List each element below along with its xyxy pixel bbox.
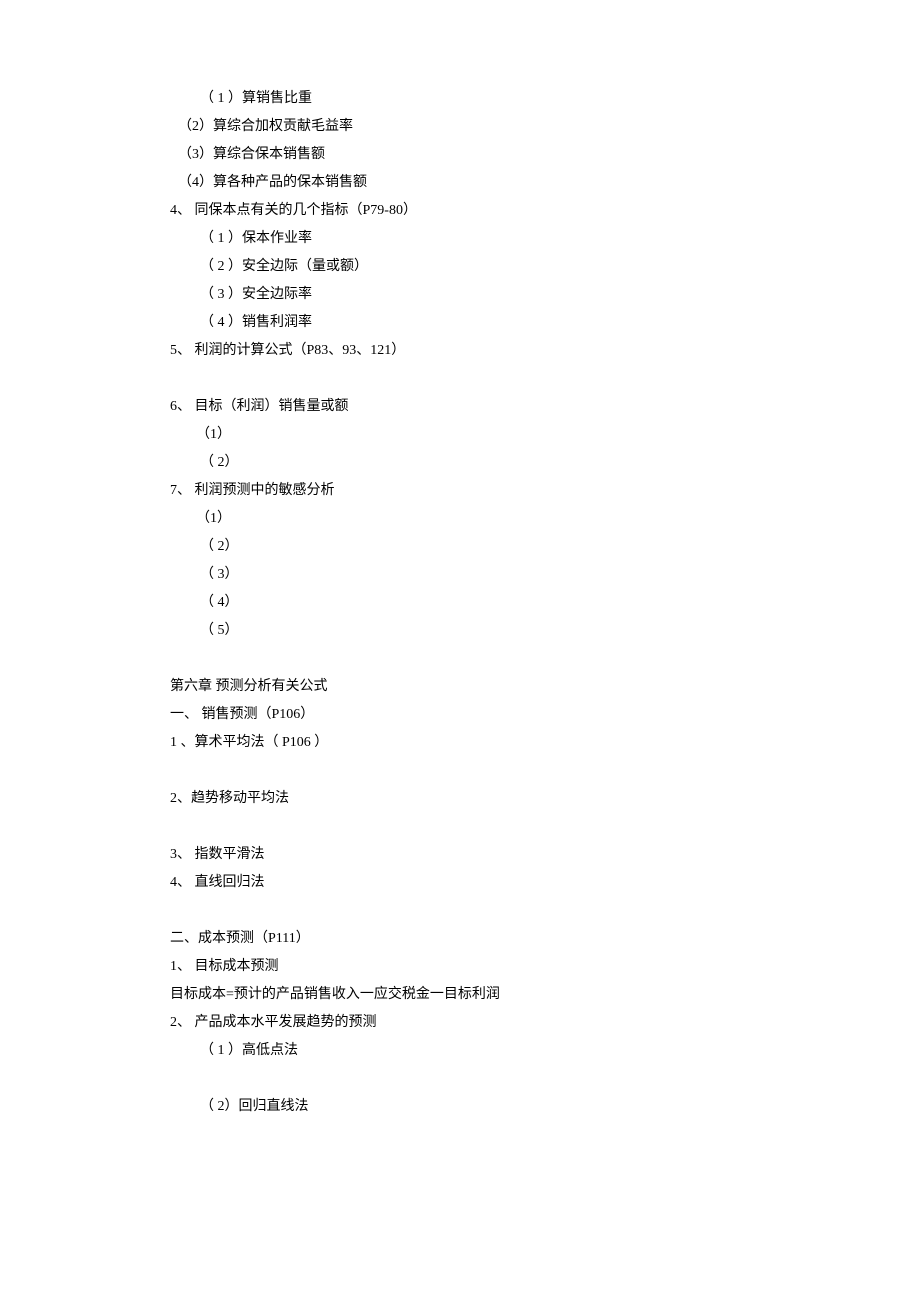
blank-line [170,1065,820,1093]
blank-line [170,645,820,673]
text-line: （1） [170,421,820,449]
text-line: （ 1 ）高低点法 [170,1037,820,1065]
blank-line [170,365,820,393]
text-line: （ 5） [170,617,820,645]
blank-line [170,813,820,841]
text-line: 1、 目标成本预测 [170,953,820,981]
document-page: （ 1 ）算销售比重（2）算综合加权贡献毛益率（3）算综合保本销售额（4）算各种… [0,0,920,1302]
text-line: 4、 直线回归法 [170,869,820,897]
text-line: （ 1 ）算销售比重 [170,85,820,113]
text-line: （ 2）回归直线法 [170,1093,820,1121]
blank-line [170,757,820,785]
text-line: 5、 利润的计算公式（P83、93、121） [170,337,820,365]
text-line: （ 4 ）销售利润率 [170,309,820,337]
text-line: 第六章 预测分析有关公式 [170,673,820,701]
text-line: （3）算综合保本销售额 [170,141,820,169]
text-line: 一、 销售预测（P106） [170,701,820,729]
text-line: （ 3） [170,561,820,589]
text-line: （2）算综合加权贡献毛益率 [170,113,820,141]
text-line: （ 1 ）保本作业率 [170,225,820,253]
text-line: （4）算各种产品的保本销售额 [170,169,820,197]
text-line: 二、成本预测（P111） [170,925,820,953]
text-line: 1 、算术平均法（ P106 ） [170,729,820,757]
text-line: 6、 目标（利润）销售量或额 [170,393,820,421]
text-line: （ 2） [170,449,820,477]
text-line: 3、 指数平滑法 [170,841,820,869]
text-line: 2、趋势移动平均法 [170,785,820,813]
text-line: （ 2 ）安全边际（量或额） [170,253,820,281]
text-line: 4、 同保本点有关的几个指标（P79-80） [170,197,820,225]
text-line: （1） [170,505,820,533]
text-line: 目标成本=预计的产品销售收入一应交税金一目标利润 [170,981,820,1009]
text-line: （ 3 ）安全边际率 [170,281,820,309]
blank-line [170,897,820,925]
text-line: 2、 产品成本水平发展趋势的预测 [170,1009,820,1037]
text-line: （ 2） [170,533,820,561]
text-line: 7、 利润预测中的敏感分析 [170,477,820,505]
text-line: （ 4） [170,589,820,617]
